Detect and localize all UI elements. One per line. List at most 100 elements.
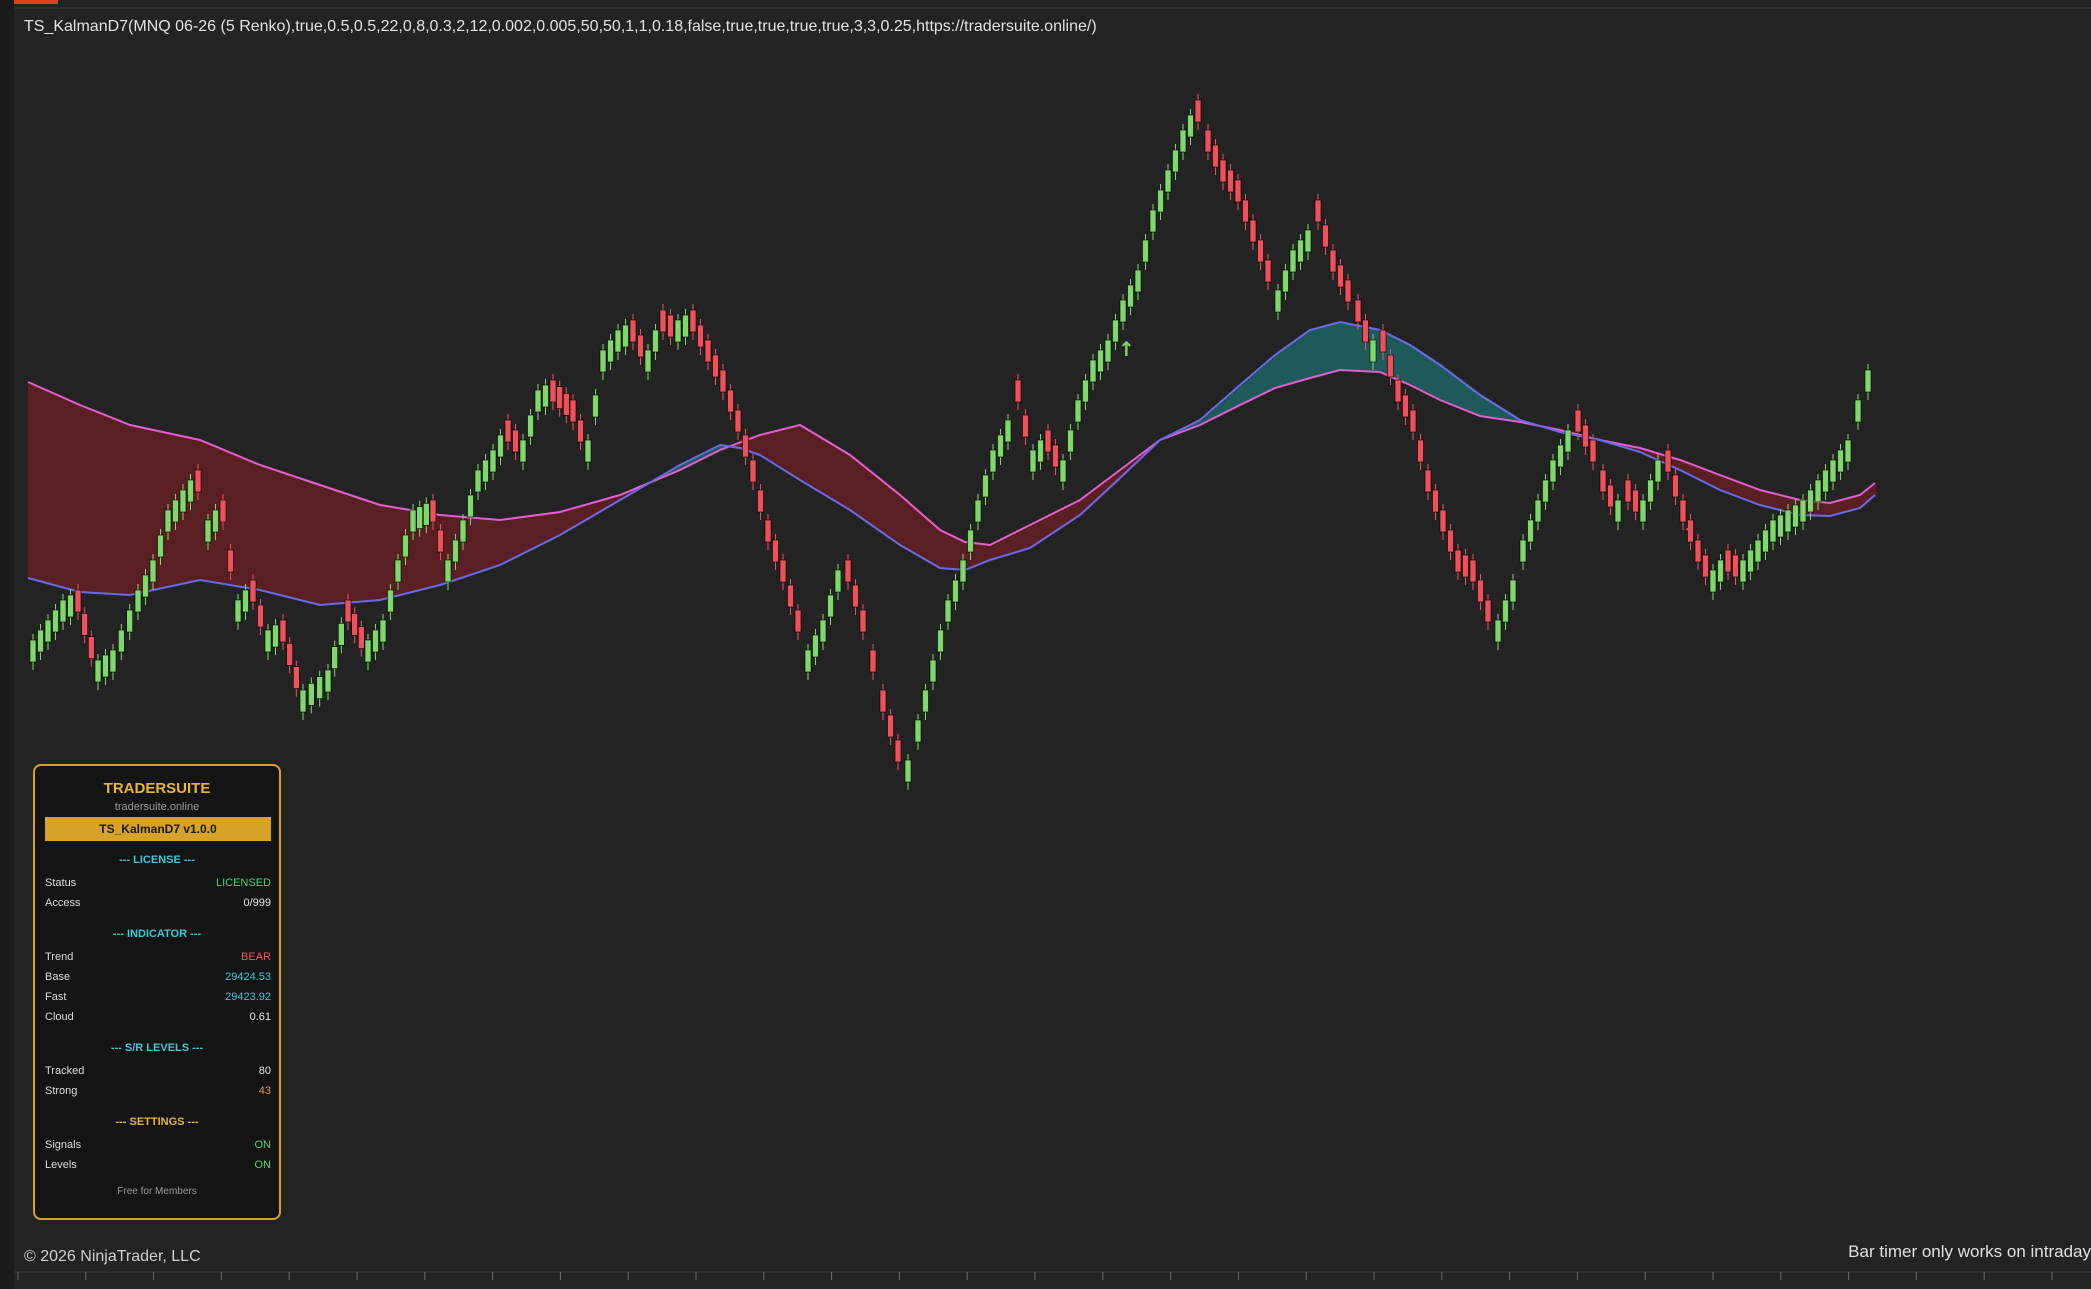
- renko-brick: [1164, 169, 1172, 193]
- renko-brick: [459, 519, 467, 543]
- kalman-cloud-segment: [997, 541, 1001, 558]
- renko-brick: [1542, 479, 1549, 503]
- kalman-cloud-segment: [112, 417, 116, 594]
- levels-row: Levels ON: [45, 1159, 271, 1173]
- sell-signal-arrow: ↓: [1683, 517, 1696, 536]
- renko-brick: [59, 599, 67, 623]
- tracked-value: 80: [258, 1065, 271, 1077]
- kalman-cloud-segment: [487, 518, 491, 570]
- kalman-cloud-segment: [1720, 475, 1724, 490]
- renko-brick: [787, 584, 794, 608]
- renko-brick: [1462, 554, 1469, 578]
- kalman-cloud-segment: [322, 485, 326, 605]
- kalman-cloud-segment: [1249, 377, 1253, 401]
- kalman-cloud-segment: [550, 513, 554, 540]
- renko-brick: [1362, 319, 1369, 343]
- renko-brick: [1424, 469, 1432, 493]
- kalman-cloud-segment: [1831, 502, 1835, 516]
- renko-brick: [1179, 129, 1187, 153]
- kalman-cloud-segment: [142, 427, 146, 593]
- kalman-cloud-segment: [205, 442, 209, 581]
- kalman-cloud-segment: [1426, 355, 1430, 393]
- kalman-cloud-segment: [907, 501, 911, 550]
- kalman-cloud-segment: [865, 467, 869, 521]
- renko-brick: [569, 399, 577, 423]
- renko-brick: [1074, 399, 1082, 423]
- kalman-cloud-segment: [979, 543, 983, 565]
- kalman-cloud-segment: [304, 479, 308, 601]
- kalman-cloud-segment: [949, 534, 953, 569]
- renko-brick: [1337, 264, 1344, 288]
- kalman-cloud-segment: [1306, 332, 1310, 380]
- kalman-cloud-segment: [70, 400, 74, 590]
- kalman-cloud-segment: [49, 391, 53, 584]
- renko-brick: [1354, 299, 1362, 323]
- renko-brick: [859, 609, 867, 633]
- kalman-cloud-segment: [1003, 538, 1007, 557]
- renko-brick: [734, 409, 742, 433]
- kalman-cloud-segment: [136, 426, 140, 594]
- renko-brick: [834, 569, 842, 593]
- kalman-cloud-segment: [94, 410, 98, 593]
- kalman-cloud-segment: [103, 414, 107, 594]
- fast-value: 29423.92: [225, 991, 271, 1003]
- renko-brick: [549, 379, 557, 403]
- renko-brick: [712, 354, 719, 378]
- kalman-cloud-segment: [1354, 324, 1358, 371]
- strong-row: Strong 43: [45, 1085, 271, 1099]
- levels-label: Levels: [45, 1159, 77, 1171]
- left-edge-strip: [0, 0, 14, 1289]
- renko-brick: [1792, 504, 1799, 528]
- kalman-cloud-segment: [241, 457, 245, 587]
- renko-brick: [416, 506, 423, 529]
- renko-brick: [1134, 269, 1142, 293]
- kalman-cloud-segment: [571, 508, 575, 529]
- kalman-cloud-segment: [1348, 323, 1352, 371]
- kalman-cloud-segment: [1783, 495, 1787, 511]
- kalman-cloud-segment: [829, 442, 833, 498]
- renko-brick: [844, 559, 852, 583]
- kalman-cloud-segment: [1333, 323, 1337, 372]
- renko-brick: [1249, 219, 1257, 243]
- renko-brick: [1127, 284, 1134, 308]
- price-chart[interactable]: ↑↓: [0, 0, 2091, 1289]
- kalman-cloud-segment: [757, 436, 761, 454]
- renko-brick: [149, 559, 157, 583]
- renko-brick: [764, 519, 772, 543]
- kalman-cloud-segment: [277, 470, 281, 595]
- kalman-cloud-segment: [364, 499, 368, 602]
- renko-brick: [242, 589, 249, 613]
- renko-brick: [344, 599, 352, 623]
- renko-brick: [1534, 499, 1542, 523]
- kalman-cloud-segment: [775, 431, 779, 465]
- renko-brick: [674, 319, 682, 343]
- kalman-cloud-segment: [394, 507, 398, 597]
- kalman-cloud-segment: [1852, 497, 1856, 511]
- tradersuite-info-panel: TRADERSUITE tradersuite.online TS_Kalman…: [33, 764, 281, 1220]
- status-value: LICENSED: [215, 877, 271, 889]
- kalman-cloud-segment: [238, 455, 242, 587]
- kalman-cloud-segment: [883, 481, 887, 534]
- kalman-cloud-segment: [1297, 339, 1301, 382]
- renko-brick: [959, 559, 967, 583]
- kalman-cloud-segment: [202, 440, 206, 581]
- renko-brick: [497, 434, 504, 458]
- kalman-cloud-segment: [1846, 498, 1850, 512]
- kalman-cloud-segment: [1729, 478, 1733, 494]
- renko-brick: [1844, 439, 1852, 463]
- renko-brick: [467, 494, 474, 518]
- renko-brick: [742, 434, 749, 458]
- renko-brick: [804, 649, 812, 673]
- chart-area[interactable]: ↑ ↓: [0, 0, 2091, 1289]
- kalman-cloud-segment: [823, 438, 827, 494]
- renko-brick: [929, 659, 937, 683]
- kalman-cloud-segment: [346, 493, 350, 603]
- renko-brick: [719, 369, 727, 393]
- renko-brick: [1369, 339, 1377, 363]
- renko-brick: [1762, 529, 1769, 553]
- renko-brick: [1732, 554, 1739, 578]
- kalman-cloud-segment: [799, 425, 803, 480]
- renko-brick: [88, 636, 95, 659]
- status-label: Status: [45, 877, 77, 889]
- renko-brick: [1647, 479, 1654, 503]
